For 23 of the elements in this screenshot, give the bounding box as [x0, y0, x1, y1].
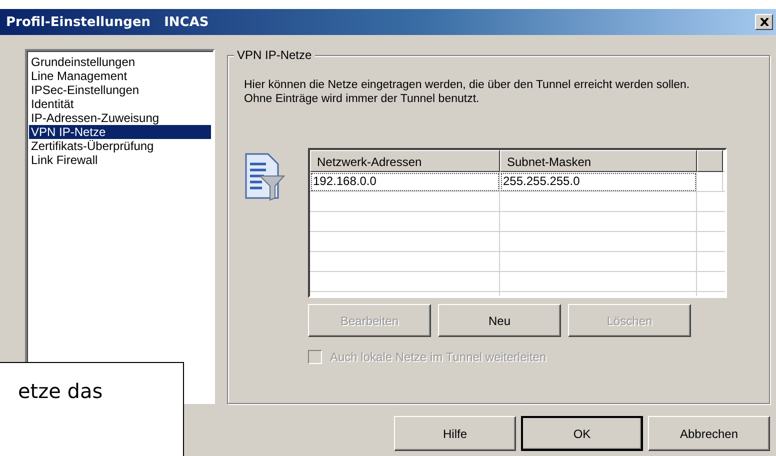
category-item[interactable]: Line Management	[29, 69, 211, 83]
category-item[interactable]: Grundeinstellungen	[29, 55, 211, 69]
callout-text: etze das	[18, 379, 103, 403]
category-item[interactable]: Link Firewall	[29, 153, 211, 167]
column-header[interactable]: Subnet-Masken	[500, 150, 697, 172]
category-item[interactable]: IPSec-Einstellungen	[29, 83, 211, 97]
description-text: Hier können die Netze eingetragen werden, die über den Tunnel erreicht werden sollen. Ohne Einträge wird immer der Tunnel benutzt.	[244, 78, 691, 106]
category-item[interactable]: Identität	[29, 97, 211, 111]
dialog-button[interactable]: Hilfe	[394, 416, 516, 451]
window-title: Profil-Einstellungen INCAS	[6, 14, 209, 30]
category-item[interactable]: VPN IP-Netze	[29, 125, 211, 139]
column-header[interactable]: Netzwerk-Adressen	[310, 150, 500, 172]
category-item[interactable]: IP-Adressen-Zuweisung	[29, 111, 211, 125]
close-button[interactable]	[755, 14, 773, 30]
close-icon	[760, 18, 768, 26]
table-cell: 192.168.0.0	[310, 172, 500, 192]
category-item[interactable]: Zertifikats-Überprüfung	[29, 139, 211, 153]
document-filter-icon	[244, 152, 286, 202]
dialog-button[interactable]: OK	[521, 416, 643, 451]
dialog-button[interactable]: Abbrechen	[648, 416, 770, 451]
table-cell: 255.255.255.0	[500, 172, 697, 192]
table-action-button[interactable]: Neu	[438, 304, 561, 337]
group-title: VPN IP-Netze	[234, 48, 315, 62]
